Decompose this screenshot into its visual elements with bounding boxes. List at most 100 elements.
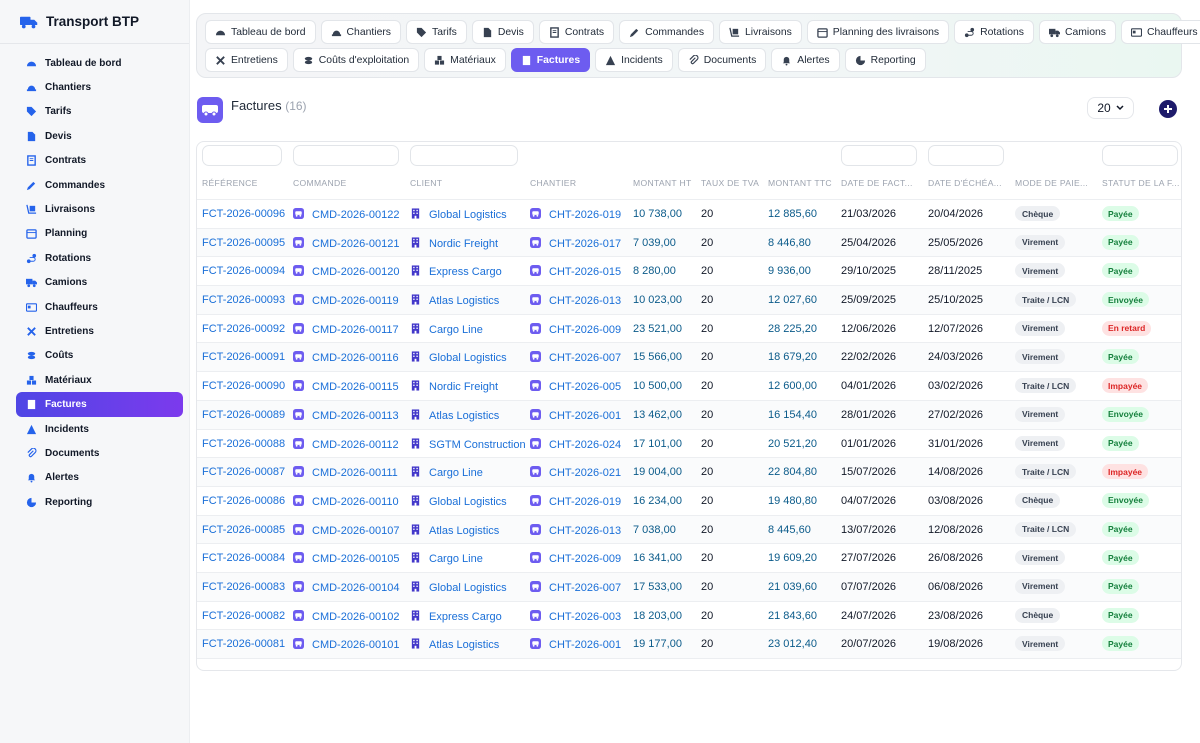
order-link[interactable]: CMD-2026-00107 — [293, 523, 399, 537]
sidebar-item-chauffeurs[interactable]: Chauffeurs — [16, 295, 183, 319]
column-header[interactable]: DATE D'ÉCHÉA... — [928, 178, 1002, 188]
invoice-reference-link[interactable]: FCT-2026-00082 — [202, 610, 285, 622]
order-link[interactable]: CMD-2026-00121 — [293, 236, 399, 250]
invoice-reference-link[interactable]: FCT-2026-00095 — [202, 237, 285, 249]
tab-livraisons[interactable]: Livraisons — [719, 20, 802, 44]
worksite-link[interactable]: CHT-2026-019 — [530, 208, 621, 221]
tab-reporting[interactable]: Reporting — [844, 48, 926, 72]
worksite-link[interactable]: CHT-2026-021 — [530, 466, 621, 479]
tab-entretiens[interactable]: Entretiens — [205, 48, 288, 72]
table-row[interactable]: FCT-2026-00082 CMD-2026-00102 Express Carg… — [197, 601, 1181, 631]
filter-date-echeance-input[interactable] — [928, 145, 1004, 166]
sidebar-item-incidents[interactable]: Incidents — [16, 417, 183, 441]
worksite-link[interactable]: CHT-2026-003 — [530, 609, 621, 623]
client-link[interactable]: Nordic Freight — [410, 237, 498, 250]
sidebar-item-reporting[interactable]: Reporting — [16, 490, 183, 514]
sidebar-item-tableau-de-bord[interactable]: Tableau de bord — [16, 51, 183, 75]
sidebar-item-alertes[interactable]: Alertes — [16, 466, 183, 490]
table-row[interactable]: FCT-2026-00083 CMD-2026-00104 Global Logis… — [197, 572, 1181, 602]
client-link[interactable]: Cargo Line — [410, 552, 483, 565]
worksite-link[interactable]: CHT-2026-017 — [530, 236, 621, 250]
worksite-link[interactable]: CHT-2026-005 — [530, 380, 621, 393]
table-row[interactable]: FCT-2026-00096 CMD-2026-00122 Global Logis… — [197, 200, 1181, 229]
filter-statut-input[interactable] — [1102, 145, 1178, 166]
order-link[interactable]: CMD-2026-00105 — [293, 552, 399, 565]
table-row[interactable]: FCT-2026-00081 CMD-2026-00101 Atlas Logist… — [197, 630, 1181, 659]
filter-reference-input[interactable] — [202, 145, 282, 166]
tab-documents[interactable]: Documents — [677, 48, 767, 72]
invoice-reference-link[interactable]: FCT-2026-00087 — [202, 466, 285, 478]
column-header[interactable]: MONTANT TTC — [768, 178, 832, 188]
filter-client-input[interactable] — [410, 145, 518, 166]
page-size-select[interactable]: 20 — [1087, 97, 1134, 119]
table-row[interactable]: FCT-2026-00093 CMD-2026-00119 Atlas Logist… — [197, 286, 1181, 315]
table-row[interactable]: FCT-2026-00086 CMD-2026-00110 Global Logis… — [197, 486, 1181, 516]
client-link[interactable]: Atlas Logistics — [410, 638, 499, 651]
client-link[interactable]: Nordic Freight — [410, 380, 498, 393]
table-row[interactable]: FCT-2026-00092 CMD-2026-00117 Cargo Line CH… — [197, 314, 1181, 344]
tab-rotations[interactable]: Rotations — [954, 20, 1034, 44]
client-link[interactable]: Express Cargo — [410, 610, 502, 623]
table-row[interactable]: FCT-2026-00087 CMD-2026-00111 Cargo Line CH… — [197, 458, 1181, 487]
client-link[interactable]: Global Logistics — [410, 208, 507, 221]
sidebar-item-tarifs[interactable]: Tarifs — [16, 100, 183, 124]
tab-devis[interactable]: Devis — [471, 20, 534, 44]
order-link[interactable]: CMD-2026-00113 — [293, 408, 399, 422]
table-row[interactable]: FCT-2026-00089 CMD-2026-00113 Atlas Logist… — [197, 400, 1181, 430]
tab-alertes[interactable]: Alertes — [771, 48, 840, 72]
table-row[interactable]: FCT-2026-00084 CMD-2026-00105 Cargo Line CH… — [197, 544, 1181, 573]
worksite-link[interactable]: CHT-2026-009 — [530, 552, 621, 565]
tab-chantiers[interactable]: Chantiers — [320, 20, 402, 44]
sidebar-item-planning[interactable]: Planning — [16, 222, 183, 246]
order-link[interactable]: CMD-2026-00101 — [293, 638, 399, 651]
sidebar-item-livraisons[interactable]: Livraisons — [16, 197, 183, 221]
order-link[interactable]: CMD-2026-00110 — [293, 494, 399, 508]
column-header[interactable]: CHANTIER — [530, 178, 576, 188]
worksite-link[interactable]: CHT-2026-015 — [530, 265, 621, 278]
client-link[interactable]: SGTM Construction — [410, 437, 526, 451]
column-header[interactable]: TAUX DE TVA — [701, 178, 759, 188]
column-header[interactable]: DATE DE FACT... — [841, 178, 913, 188]
tab-camions[interactable]: Camions — [1038, 20, 1116, 44]
tab-commandes[interactable]: Commandes — [619, 20, 715, 44]
sidebar-item-devis[interactable]: Devis — [16, 124, 183, 148]
invoice-reference-link[interactable]: FCT-2026-00090 — [202, 380, 285, 392]
tab-couts-d-exploitation[interactable]: Coûts d'exploitation — [292, 48, 420, 72]
invoice-reference-link[interactable]: FCT-2026-00084 — [202, 552, 285, 564]
tab-contrats[interactable]: Contrats — [538, 20, 615, 44]
client-link[interactable]: Express Cargo — [410, 265, 502, 278]
order-link[interactable]: CMD-2026-00102 — [293, 609, 399, 623]
filter-date-facture-input[interactable] — [841, 145, 917, 166]
column-header[interactable]: STATUT DE LA F... — [1102, 178, 1180, 188]
worksite-link[interactable]: CHT-2026-013 — [530, 523, 621, 537]
invoice-reference-link[interactable]: FCT-2026-00092 — [202, 323, 285, 335]
client-link[interactable]: Cargo Line — [410, 323, 483, 336]
column-header[interactable]: MONTANT HT — [633, 178, 692, 188]
worksite-link[interactable]: CHT-2026-007 — [530, 351, 621, 364]
add-invoice-button[interactable] — [1159, 100, 1177, 118]
brand[interactable]: Transport BTP — [0, 0, 189, 44]
sidebar-item-chantiers[interactable]: Chantiers — [16, 75, 183, 99]
invoice-reference-link[interactable]: FCT-2026-00089 — [202, 409, 285, 421]
tab-chauffeurs[interactable]: Chauffeurs — [1120, 20, 1200, 44]
order-link[interactable]: CMD-2026-00120 — [293, 265, 399, 278]
column-header[interactable]: MODE DE PAIE... — [1015, 178, 1088, 188]
table-row[interactable]: FCT-2026-00088 CMD-2026-00112 SGTM Constru… — [197, 429, 1181, 459]
invoice-reference-link[interactable]: FCT-2026-00083 — [202, 581, 285, 593]
worksite-link[interactable]: CHT-2026-024 — [530, 437, 621, 451]
client-link[interactable]: Global Logistics — [410, 495, 507, 508]
tab-tableau-de-bord[interactable]: Tableau de bord — [205, 20, 316, 44]
tab-planning-des-livraisons[interactable]: Planning des livraisons — [806, 20, 950, 44]
table-row[interactable]: FCT-2026-00090 CMD-2026-00115 Nordic Freig… — [197, 372, 1181, 401]
column-header[interactable]: RÉFÉRENCE — [202, 178, 258, 188]
client-link[interactable]: Cargo Line — [410, 466, 483, 479]
worksite-link[interactable]: CHT-2026-009 — [530, 322, 621, 336]
sidebar-item-commandes[interactable]: Commandes — [16, 173, 183, 197]
order-link[interactable]: CMD-2026-00119 — [293, 294, 399, 307]
order-link[interactable]: CMD-2026-00122 — [293, 208, 399, 221]
order-link[interactable]: CMD-2026-00115 — [293, 380, 399, 393]
tab-incidents[interactable]: Incidents — [595, 48, 673, 72]
order-link[interactable]: CMD-2026-00117 — [293, 322, 399, 336]
invoice-reference-link[interactable]: FCT-2026-00093 — [202, 294, 285, 306]
table-row[interactable]: FCT-2026-00091 CMD-2026-00116 Global Logis… — [197, 343, 1181, 373]
